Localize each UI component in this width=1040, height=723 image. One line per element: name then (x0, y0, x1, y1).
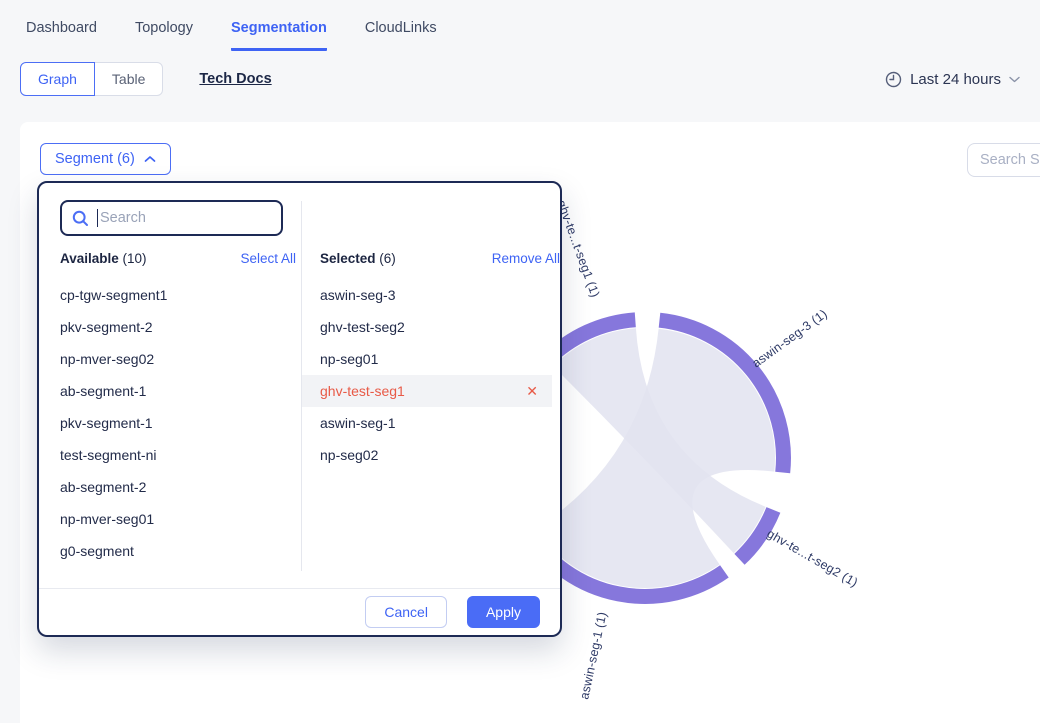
remove-item-icon[interactable]: ✕ (526, 383, 538, 400)
selected-list-item[interactable]: aswin-seg-1 ✕ (302, 407, 552, 439)
picker-footer: Cancel Apply (39, 588, 560, 635)
view-toggle: Graph Table (20, 62, 163, 96)
chord-label-ghv-test-seg2: ghv-te...t-seg2 (1) (765, 526, 861, 589)
available-list-item[interactable]: g0-segment (39, 535, 301, 567)
chord-label-aswin-seg-3: aswin-seg-3 (1) (750, 307, 830, 371)
picker-search-box[interactable] (60, 200, 283, 236)
available-title: Available (60, 251, 119, 266)
selected-header: Selected (6) Remove All (320, 251, 560, 266)
available-list-item[interactable]: ab-segment-1 (39, 375, 301, 407)
segment-filter-button[interactable]: Segment (6) (40, 143, 171, 175)
available-header: Available (10) Select All (60, 251, 296, 266)
selected-list-item[interactable]: ghv-test-seg2 ✕ (302, 311, 552, 343)
chevron-down-icon (1009, 76, 1020, 83)
nav-item-topology[interactable]: Topology (135, 20, 193, 51)
tech-docs-link[interactable]: Tech Docs (199, 71, 271, 87)
time-range-label: Last 24 hours (910, 71, 1001, 88)
nav-item-cloudlinks[interactable]: CloudLinks (365, 20, 437, 51)
search-icon (72, 210, 89, 227)
top-navigation: Dashboard Topology Segmentation CloudLin… (0, 0, 1040, 51)
available-list-item[interactable]: test-segment-ni (39, 439, 301, 471)
selected-list-item[interactable]: aswin-seg-3 ✕ (302, 279, 552, 311)
nav-item-segmentation[interactable]: Segmentation (231, 20, 327, 51)
available-list-item[interactable]: pkv-segment-2 (39, 311, 301, 343)
select-all-link[interactable]: Select All (240, 251, 296, 266)
segmentation-graph-card: ghv-te...t-seg1 (1) aswin-seg-3 (1) ghv-… (20, 122, 1040, 723)
selected-list-item[interactable]: ghv-test-seg1 ✕ (302, 375, 552, 407)
selected-list-item[interactable]: np-seg01 ✕ (302, 343, 552, 375)
available-list-item[interactable]: np-mver-seg01 (39, 503, 301, 535)
nav-item-dashboard[interactable]: Dashboard (26, 20, 97, 51)
text-caret (97, 209, 98, 227)
time-range-selector[interactable]: Last 24 hours (885, 71, 1020, 88)
available-list-item[interactable]: ab-segment-2 (39, 471, 301, 503)
selected-title: Selected (320, 251, 376, 266)
available-list-item[interactable]: cp-tgw-segment1 (39, 279, 301, 311)
table-view-button[interactable]: Table (94, 62, 163, 96)
available-list-item[interactable]: pkv-segment-1 (39, 407, 301, 439)
graph-search-input[interactable] (967, 143, 1040, 177)
chord-label-aswin-seg-1: aswin-seg-1 (1) (577, 611, 609, 701)
selected-list-item[interactable]: np-seg02 ✕ (302, 439, 552, 471)
segment-filter-label: Segment (6) (55, 151, 135, 167)
selected-count: (6) (379, 251, 396, 266)
selected-list: aswin-seg-3 ✕ ghv-test-seg2 ✕ np-seg01 ✕… (302, 279, 552, 471)
clock-icon (885, 71, 902, 88)
available-list-item[interactable]: np-mver-seg02 (39, 343, 301, 375)
chevron-up-icon (144, 155, 156, 163)
cancel-button[interactable]: Cancel (365, 596, 447, 628)
available-list: cp-tgw-segment1 pkv-segment-2 np-mver-se… (39, 279, 301, 567)
available-count: (10) (123, 251, 147, 266)
toolbar: Graph Table Tech Docs Last 24 hours (0, 51, 1040, 97)
remove-all-link[interactable]: Remove All (492, 251, 560, 266)
picker-search-input[interactable] (100, 210, 271, 226)
apply-button[interactable]: Apply (467, 596, 540, 628)
graph-view-button[interactable]: Graph (20, 62, 95, 96)
segment-picker-panel: Available (10) Select All Selected (6) R… (37, 181, 562, 637)
